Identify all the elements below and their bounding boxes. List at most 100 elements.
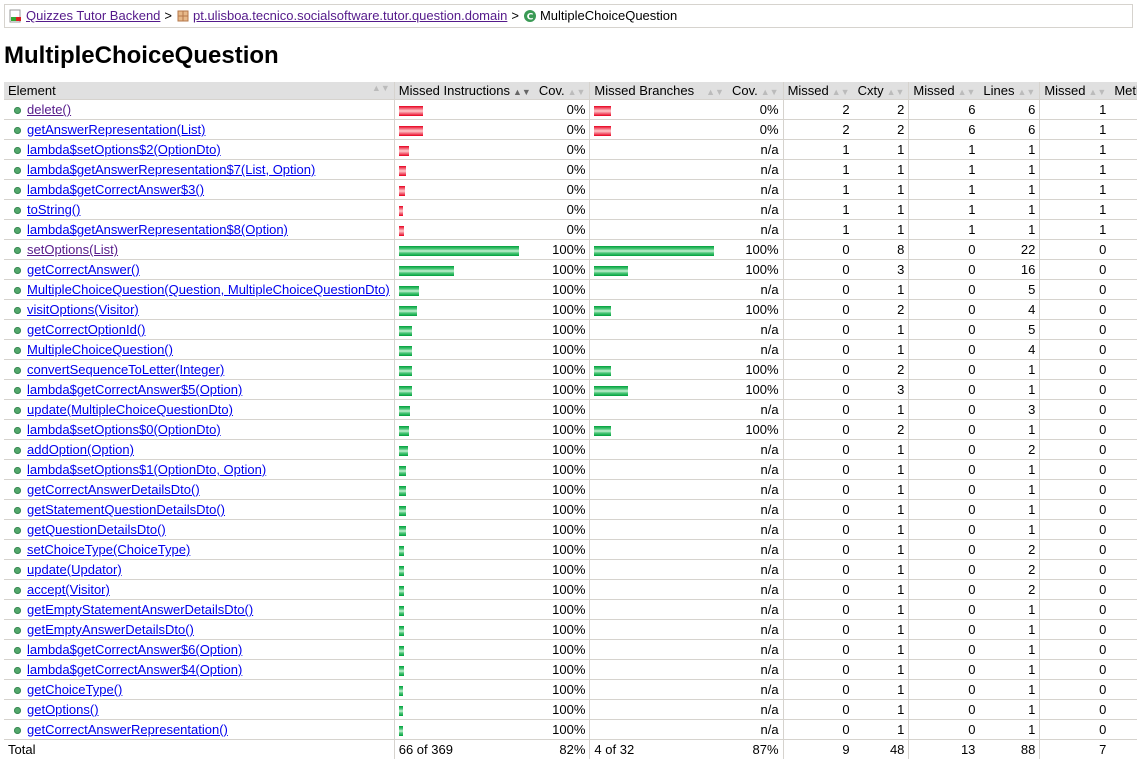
method-icon: [14, 467, 21, 475]
header-methods[interactable]: Methods▲▼: [1110, 82, 1137, 100]
breadcrumb-link-project[interactable]: Quizzes Tutor Backend: [26, 8, 160, 24]
method-link[interactable]: getChoiceType(): [27, 682, 122, 697]
method-link[interactable]: setOptions(List): [27, 242, 118, 257]
method-icon: [14, 487, 21, 495]
method-icon: [14, 207, 21, 215]
missed-branches-bar-cell: [589, 479, 728, 500]
method-link[interactable]: update(Updator): [27, 562, 122, 577]
method-link[interactable]: getCorrectAnswerRepresentation(): [27, 722, 228, 737]
missed-complexity: 0: [782, 299, 854, 320]
header-missed-methods[interactable]: Missed ▲▼: [1039, 82, 1111, 100]
method-link[interactable]: lambda$setOptions$1(OptionDto, Option): [27, 462, 266, 477]
method-icon: [14, 307, 21, 315]
method-link[interactable]: lambda$getAnswerRepresentation$7(List, O…: [27, 162, 315, 177]
missed-instructions-bar-cell: [393, 599, 535, 620]
header-missed-cxty[interactable]: Missed ▲▼: [782, 82, 854, 100]
header-missed-lines[interactable]: Missed ▲▼: [908, 82, 980, 100]
element-cell: getQuestionDetailsDto(): [4, 519, 395, 540]
complexity: 1: [853, 559, 909, 580]
methods: 1: [1110, 279, 1137, 300]
method-link[interactable]: getCorrectAnswer(): [27, 262, 140, 277]
header-cov-instructions[interactable]: Cov. ▲▼: [534, 82, 590, 100]
missed-branches-bar-cell: [589, 219, 728, 240]
complexity: 2: [853, 419, 909, 440]
total-lines: 88: [1020, 742, 1036, 757]
method-link[interactable]: lambda$getCorrectAnswer$6(Option): [27, 642, 242, 657]
element-cell: getStatementQuestionDetailsDto(): [4, 499, 395, 520]
branches-coverage: n/a: [727, 439, 784, 460]
missed-methods: 0: [1039, 259, 1111, 280]
method-link[interactable]: accept(Visitor): [27, 582, 110, 597]
instructions-coverage: 100%: [534, 359, 590, 380]
covered-instructions-bar: [398, 505, 406, 516]
header-cxty[interactable]: Cxty ▲▼: [853, 82, 909, 100]
breadcrumb-link-package[interactable]: pt.ulisboa.tecnico.socialsoftware.tutor.…: [193, 8, 507, 24]
header-cov-branches[interactable]: Cov. ▲▼: [727, 82, 784, 100]
method-icon: [14, 647, 21, 655]
method-link[interactable]: update(MultipleChoiceQuestionDto): [27, 402, 233, 417]
method-icon: [14, 147, 21, 155]
element-cell: lambda$setOptions$2(OptionDto): [4, 139, 395, 160]
method-link[interactable]: getOptions(): [27, 702, 99, 717]
complexity: 1: [853, 179, 909, 200]
method-link[interactable]: convertSequenceToLetter(Integer): [27, 362, 224, 377]
missed-instructions-bar-cell: [393, 539, 535, 560]
method-link[interactable]: lambda$getCorrectAnswer$3(): [27, 182, 204, 197]
instructions-coverage: 100%: [534, 639, 590, 660]
method-link[interactable]: delete(): [27, 102, 71, 117]
missed-lines: 0: [908, 319, 980, 340]
method-link[interactable]: getStatementQuestionDetailsDto(): [27, 502, 225, 517]
header-missed-branches[interactable]: Missed Branches ▲▼: [589, 82, 728, 100]
method-link[interactable]: MultipleChoiceQuestion(Question, Multipl…: [27, 282, 390, 297]
table-row: getStatementQuestionDetailsDto() 100% n/a 0…: [4, 499, 1137, 520]
method-link[interactable]: getEmptyAnswerDetailsDto(): [27, 622, 194, 637]
method-link[interactable]: visitOptions(Visitor): [27, 302, 139, 317]
missed-instructions-bar-cell: [393, 399, 535, 420]
table-row: update(Updator)100%n/a010201: [4, 559, 1137, 580]
missed-complexity: 0: [782, 539, 854, 560]
method-link[interactable]: MultipleChoiceQuestion(): [27, 342, 173, 357]
method-icon: [14, 127, 21, 135]
total-cov-instructions: 82%: [559, 742, 586, 757]
method-link[interactable]: lambda$getCorrectAnswer$4(Option): [27, 662, 242, 677]
method-link[interactable]: getQuestionDetailsDto(): [27, 522, 166, 537]
method-link[interactable]: setChoiceType(ChoiceType): [27, 542, 190, 557]
method-link[interactable]: getCorrectAnswerDetailsDto(): [27, 482, 200, 497]
covered-instructions-bar: [398, 425, 409, 436]
method-link[interactable]: getEmptyStatementAnswerDetailsDto(): [27, 602, 253, 617]
missed-complexity: 0: [782, 259, 854, 280]
method-link[interactable]: getCorrectOptionId(): [27, 322, 146, 337]
table-row: lambda$getCorrectAnswer$4(Option) 100% n/a…: [4, 659, 1137, 680]
methods: 1: [1110, 399, 1137, 420]
missed-instructions-bar-cell: [393, 99, 535, 120]
svg-text:C: C: [527, 13, 534, 23]
element-cell: lambda$getCorrectAnswer$5(Option): [4, 379, 395, 400]
method-link[interactable]: lambda$setOptions$2(OptionDto): [27, 142, 221, 157]
lines: 1: [979, 219, 1040, 240]
missed-branches-bar-cell: [589, 259, 728, 280]
branches-coverage: 0%: [727, 119, 784, 140]
method-link[interactable]: addOption(Option): [27, 442, 134, 457]
header-lines[interactable]: Lines ▲▼: [979, 82, 1040, 100]
report-icon: [9, 9, 23, 23]
method-link[interactable]: lambda$getAnswerRepresentation$8(Option): [27, 222, 288, 237]
missed-complexity: 0: [782, 339, 854, 360]
method-link[interactable]: lambda$getCorrectAnswer$5(Option): [27, 382, 242, 397]
missed-instructions-bar-cell: [393, 439, 535, 460]
method-icon: [14, 507, 21, 515]
instructions-coverage: 0%: [534, 119, 590, 140]
table-row: lambda$getCorrectAnswer$6(Option) 100% n/a…: [4, 639, 1137, 660]
instructions-coverage: 100%: [534, 319, 590, 340]
element-cell: delete(): [4, 99, 395, 120]
method-icon: [14, 347, 21, 355]
missed-methods: 0: [1039, 719, 1111, 740]
missed-lines: 0: [908, 519, 980, 540]
method-link[interactable]: toString(): [27, 202, 80, 217]
total-instructions: 66 of 369: [393, 739, 535, 759]
method-link[interactable]: getAnswerRepresentation(List): [27, 122, 205, 137]
header-missed-instructions[interactable]: Missed Instructions ▲▼: [393, 82, 535, 100]
missed-complexity: 1: [782, 219, 854, 240]
method-link[interactable]: lambda$setOptions$0(OptionDto): [27, 422, 221, 437]
methods: 1: [1110, 99, 1137, 120]
header-element[interactable]: Element ▲▼: [4, 82, 395, 100]
